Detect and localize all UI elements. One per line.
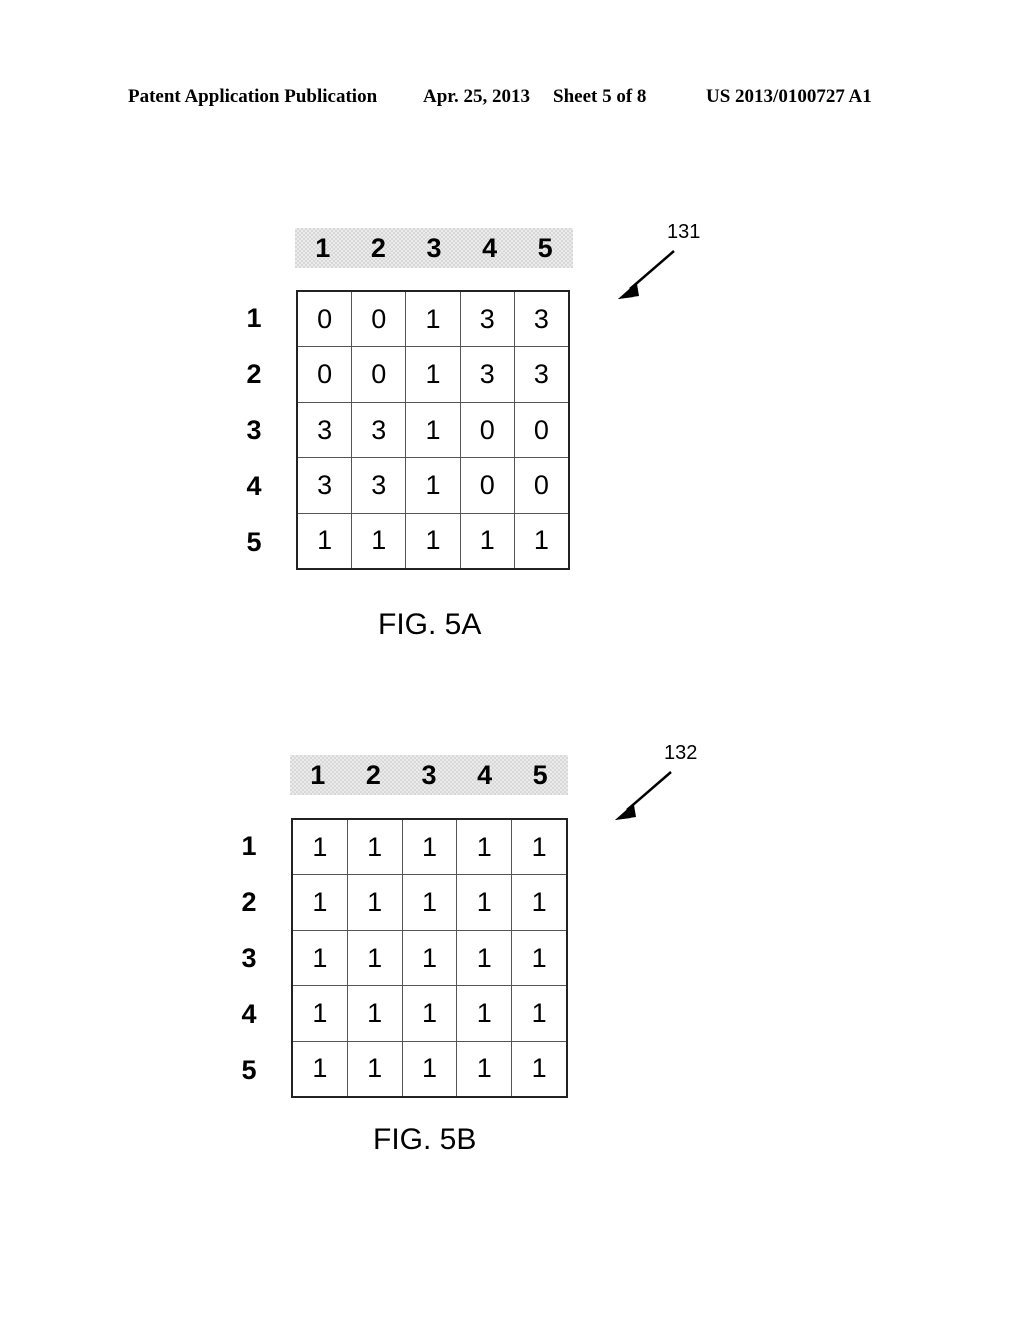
fig-5b-cell-r1c2: 1 <box>346 820 402 875</box>
fig-5b-column-header-4: 4 <box>477 759 493 790</box>
fig-5b-row-header-band: 1 2 3 4 5 <box>229 818 269 1098</box>
fig-5b-cell-r1c1: 1 <box>312 831 328 862</box>
fig-5b-cell-r1c5: 1 <box>511 820 566 875</box>
table-row: 1 1 1 1 1 <box>293 985 566 1041</box>
fig-5a-column-header-4: 4 <box>482 232 498 263</box>
fig-5a-cell-r4c1: 3 <box>317 469 333 500</box>
fig-5b-reference-number: 132 <box>664 742 698 764</box>
fig-5a-column-header-5: 5 <box>537 232 553 263</box>
fig-5b-column-header-5: 5 <box>532 759 548 790</box>
fig-5b-cell-r5c5: 1 <box>511 1041 566 1097</box>
fig-5a-row-header-2: 2 <box>246 358 262 389</box>
fig-5b-cell-r3c2: 1 <box>346 930 402 986</box>
fig-5a-cell-r4c5: 0 <box>513 458 568 513</box>
fig-5b-row-header-5: 5 <box>241 1054 257 1085</box>
fig-5b-row-header-3: 3 <box>241 942 257 973</box>
fig-5a-cell-r2c1: 0 <box>317 359 333 390</box>
fig-5a-row-header-3: 3 <box>246 414 262 445</box>
fig-5a-cell-r5c1: 1 <box>317 525 333 556</box>
page-header-patent-number: US 2013/0100727 A1 <box>706 86 872 107</box>
fig-5a-caption: FIG. 5A <box>378 608 482 641</box>
fig-5a-cell-r3c3: 1 <box>405 402 459 458</box>
fig-5a-cell-r1c3: 1 <box>405 292 459 347</box>
fig-5b-column-header-band: 1 2 3 4 5 <box>290 755 568 795</box>
fig-5a-row-header-4: 4 <box>246 470 262 501</box>
table-row: 3 3 1 0 0 <box>298 401 568 458</box>
table-row: 3 3 1 0 0 <box>298 457 568 513</box>
fig-5a-cell-r2c2: 0 <box>351 347 405 402</box>
fig-5b-leader-arrow-icon <box>615 771 672 820</box>
fig-5b-column-header-1: 1 <box>310 759 326 790</box>
fig-5a-cell-r4c2: 3 <box>351 458 405 513</box>
fig-5b-cell-r5c4: 1 <box>456 1041 511 1097</box>
fig-5b-cell-r4c1: 1 <box>312 997 328 1028</box>
fig-5b-cell-r2c5: 1 <box>511 875 566 930</box>
fig-5a-cell-r2c4: 3 <box>459 347 514 402</box>
fig-5b-row-header-4: 4 <box>241 998 257 1029</box>
fig-5b-cell-r3c1: 1 <box>312 942 328 973</box>
fig-5b-cell-r4c4: 1 <box>456 986 511 1041</box>
fig-5a-cell-r3c1: 3 <box>317 414 333 445</box>
fig-5b-cell-r2c4: 1 <box>456 875 511 930</box>
fig-5b-cell-r3c4: 1 <box>456 930 511 986</box>
fig-5a-cell-r1c5: 3 <box>513 292 568 347</box>
fig-5a-cell-r4c4: 0 <box>459 458 514 513</box>
page-header-sheet: Sheet 5 of 8 <box>553 86 647 107</box>
table-row: 1 1 1 1 1 <box>293 874 566 930</box>
fig-5b-cell-r2c2: 1 <box>346 875 402 930</box>
fig-5b-column-header-2: 2 <box>365 759 381 790</box>
fig-5b-cell-r4c3: 1 <box>401 986 457 1041</box>
fig-5a-cell-r4c3: 1 <box>405 458 459 513</box>
table-row: 0 0 1 3 3 <box>298 292 568 347</box>
fig-5a-cell-r5c5: 1 <box>513 513 568 569</box>
fig-5a-cell-r3c5: 0 <box>513 402 568 458</box>
page-header-publication: Patent Application Publication <box>128 86 378 107</box>
fig-5b-cell-r3c3: 1 <box>401 930 457 986</box>
fig-5b-row-header-2: 2 <box>241 886 257 917</box>
table-row: 0 0 1 3 3 <box>298 346 568 402</box>
fig-5b-cell-r2c3: 1 <box>401 875 457 930</box>
table-row: 1 1 1 1 1 <box>293 1040 566 1097</box>
fig-5b-cell-r5c1: 1 <box>312 1053 328 1084</box>
fig-5a-column-header-2: 2 <box>370 232 386 263</box>
fig-5b-cell-r1c4: 1 <box>456 820 511 875</box>
table-row: 1 1 1 1 1 <box>293 929 566 986</box>
fig-5a-cell-r5c2: 1 <box>351 513 405 569</box>
fig-5b-column-header-3: 3 <box>421 759 437 790</box>
fig-5a-cell-r5c4: 1 <box>459 513 514 569</box>
fig-5b-matrix-grid: 1 1 1 1 1 1 1 1 1 1 1 1 1 1 1 1 1 1 1 1 <box>291 818 568 1098</box>
fig-5a-cell-r2c5: 3 <box>513 347 568 402</box>
fig-5a-column-header-3: 3 <box>426 232 442 263</box>
fig-5a-row-header-5: 5 <box>246 526 262 557</box>
fig-5a-cell-r1c1: 0 <box>317 303 333 334</box>
fig-5a-matrix-grid: 0 0 1 3 3 0 0 1 3 3 3 3 1 0 0 3 3 1 0 0 <box>296 290 570 570</box>
fig-5a-cell-r1c4: 3 <box>459 292 514 347</box>
fig-5b-caption: FIG. 5B <box>373 1123 477 1156</box>
fig-5a-column-header-1: 1 <box>315 232 331 263</box>
page-header-date: Apr. 25, 2013 <box>423 86 530 107</box>
page-header: Patent Application Publication Apr. 25, … <box>128 86 888 112</box>
fig-5b-cell-r5c3: 1 <box>401 1041 457 1097</box>
fig-5a-cell-r2c3: 1 <box>405 347 459 402</box>
fig-5a-row-header-band: 1 2 3 4 5 <box>234 290 274 570</box>
fig-5a-reference-number: 131 <box>667 221 701 243</box>
fig-5a-cell-r5c3: 1 <box>405 513 459 569</box>
fig-5b-cell-r2c1: 1 <box>312 887 328 918</box>
fig-5b-cell-r3c5: 1 <box>511 930 566 986</box>
fig-5a-column-header-band: 1 2 3 4 5 <box>295 228 573 268</box>
fig-5a-cell-r3c2: 3 <box>351 402 405 458</box>
fig-5b-cell-r1c3: 1 <box>401 820 457 875</box>
fig-5b-cell-r4c2: 1 <box>346 986 402 1041</box>
fig-5a-cell-r3c4: 0 <box>459 402 514 458</box>
fig-5a-cell-r1c2: 0 <box>351 292 405 347</box>
fig-5b-cell-r4c5: 1 <box>511 986 566 1041</box>
table-row: 1 1 1 1 1 <box>298 512 568 569</box>
fig-5a-leader-arrow-icon <box>618 250 675 299</box>
fig-5b-row-header-1: 1 <box>241 830 257 861</box>
fig-5b-cell-r5c2: 1 <box>346 1041 402 1097</box>
table-row: 1 1 1 1 1 <box>293 820 566 875</box>
fig-5a-row-header-1: 1 <box>246 302 262 333</box>
